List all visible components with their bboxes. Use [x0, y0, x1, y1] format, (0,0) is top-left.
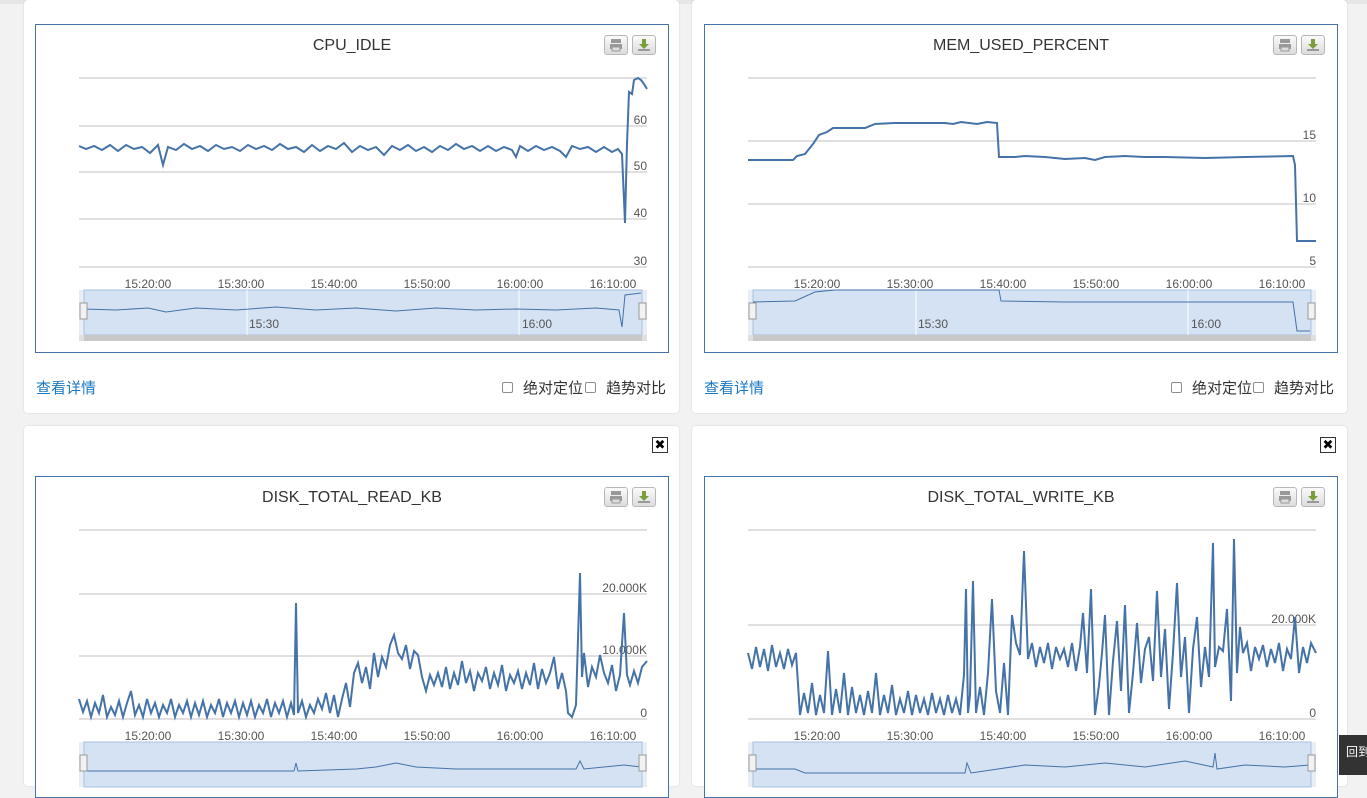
navigator-mask[interactable] — [83, 289, 643, 336]
checkbox-label: 绝对定位 — [523, 380, 584, 397]
back-to-top-button[interactable]: 回到 — [1339, 735, 1367, 775]
x-tick-label: 15:30:00 — [887, 277, 934, 291]
navigator-mask[interactable] — [752, 289, 1312, 336]
y-tick-label: 10 — [1303, 191, 1317, 205]
x-tick-label: 16:00:00 — [497, 277, 544, 291]
navigator-mask[interactable] — [752, 741, 1312, 788]
x-tick-label: 15:20:00 — [794, 729, 841, 743]
chart-plot: 60 50 40 30 15:20:00 15:30:00 15:40:00 1… — [78, 76, 648, 341]
x-tick-label: 15:30:00 — [887, 729, 934, 743]
x-tick-label: 16:10:00 — [590, 729, 637, 743]
absolute-position-checkbox[interactable]: 绝对定位 — [502, 377, 583, 398]
y-tick-label: 20.000K — [602, 581, 647, 595]
checkbox-label: 绝对定位 — [1192, 380, 1253, 397]
x-tick-label: 16:00:00 — [1166, 277, 1213, 291]
x-tick-label: 15:40:00 — [311, 729, 358, 743]
navigator-tick: 15:30 — [249, 317, 279, 331]
navigator-handle-left[interactable] — [748, 754, 757, 772]
x-tick-label: 15:50:00 — [404, 729, 451, 743]
y-tick-label: 30 — [634, 254, 648, 268]
chart-card-disk-read: ✖ DISK_TOTAL_READ_KB 20.000K 10.000K 0 1… — [24, 426, 679, 798]
trend-compare-checkbox[interactable]: 趋势对比 — [1253, 377, 1334, 398]
x-tick-label: 15:30:00 — [218, 729, 265, 743]
x-tick-label: 15:20:00 — [794, 277, 841, 291]
x-tick-label: 16:10:00 — [1259, 277, 1306, 291]
navigator-handle-left[interactable] — [79, 302, 88, 320]
x-tick-label: 15:50:00 — [1073, 277, 1120, 291]
navigator[interactable]: 15:30 16:00 — [79, 289, 647, 341]
checkbox-box[interactable] — [502, 382, 513, 393]
y-tick-label: 15 — [1303, 128, 1317, 142]
x-tick-label: 15:50:00 — [1073, 729, 1120, 743]
y-tick-label: 0 — [1309, 706, 1316, 720]
view-details-link[interactable]: 查看详情 — [36, 377, 96, 398]
x-tick-label: 16:10:00 — [590, 277, 637, 291]
checkbox-label: 趋势对比 — [1274, 380, 1335, 397]
x-tick-label: 16:10:00 — [1259, 729, 1306, 743]
navigator-handle-right[interactable] — [1307, 302, 1316, 320]
series-line — [78, 76, 648, 224]
chart-plot: 20.000K 10.000K 0 15:20:00 15:30:00 15:4… — [78, 529, 648, 788]
navigator-tick: 15:30 — [918, 317, 948, 331]
navigator-tick: 16:00 — [1191, 317, 1221, 331]
checkbox-box[interactable] — [585, 382, 596, 393]
chart-plot: 20.000K 0 15:20:00 15:30:00 15:40:00 15:… — [747, 529, 1317, 788]
x-tick-label: 15:30:00 — [218, 277, 265, 291]
chart-frame: DISK_TOTAL_READ_KB 20.000K 10.000K 0 15:… — [35, 476, 669, 798]
scrollbar-thumb[interactable] — [753, 335, 1311, 341]
y-tick-label: 5 — [1309, 254, 1316, 268]
y-tick-label: 0 — [640, 706, 647, 720]
y-tick-label: 40 — [634, 206, 648, 220]
chart-frame: DISK_TOTAL_WRITE_KB 20.000K 0 15:20:00 1… — [704, 476, 1338, 798]
chart-card-mem-used: MEM_USED_PERCENT 15 10 5 15:20:00 15:30:… — [692, 0, 1347, 413]
view-details-link[interactable]: 查看详情 — [704, 377, 764, 398]
close-icon[interactable]: ✖ — [652, 437, 668, 453]
x-tick-label: 16:00:00 — [1166, 729, 1213, 743]
navigator[interactable] — [748, 741, 1316, 788]
chart-card-disk-write: ✖ DISK_TOTAL_WRITE_KB 20.000K 0 15:20:00… — [692, 426, 1347, 798]
navigator-tick: 16:00 — [522, 317, 552, 331]
y-tick-label: 60 — [634, 113, 648, 127]
x-tick-label: 15:20:00 — [125, 277, 172, 291]
navigator-handle-left[interactable] — [748, 302, 757, 320]
trend-compare-checkbox[interactable]: 趋势对比 — [585, 377, 666, 398]
x-tick-label: 15:40:00 — [980, 729, 1027, 743]
chart-frame: CPU_IDLE 60 50 40 30 15:20:00 15:30:00 1… — [35, 24, 669, 353]
checkbox-box[interactable] — [1171, 382, 1182, 393]
x-tick-label: 15:40:00 — [311, 277, 358, 291]
series-line — [78, 572, 648, 721]
navigator-mask[interactable] — [83, 741, 643, 788]
checkbox-label: 趋势对比 — [606, 380, 667, 397]
navigator-handle-right[interactable] — [638, 754, 647, 772]
chart-card-cpu-idle: CPU_IDLE 60 50 40 30 15:20:00 15:30:00 1… — [24, 0, 679, 413]
navigator-handle-right[interactable] — [1307, 754, 1316, 772]
absolute-position-checkbox[interactable]: 绝对定位 — [1171, 377, 1252, 398]
navigator-handle-left[interactable] — [79, 754, 88, 772]
navigator-handle-right[interactable] — [638, 302, 647, 320]
close-icon[interactable]: ✖ — [1320, 437, 1336, 453]
x-tick-label: 15:40:00 — [980, 277, 1027, 291]
series-line — [747, 538, 1317, 716]
navigator[interactable]: 15:30 16:00 — [748, 289, 1316, 341]
chart-frame: MEM_USED_PERCENT 15 10 5 15:20:00 15:30:… — [704, 24, 1338, 353]
x-tick-label: 16:00:00 — [497, 729, 544, 743]
scrollbar-thumb[interactable] — [84, 335, 642, 341]
checkbox-box[interactable] — [1253, 382, 1264, 393]
y-tick-label: 50 — [634, 159, 648, 173]
series-line — [748, 120, 1316, 242]
navigator[interactable] — [79, 741, 647, 788]
x-tick-label: 15:20:00 — [125, 729, 172, 743]
chart-plot: 15 10 5 15:20:00 15:30:00 15:40:00 15:50… — [748, 77, 1317, 341]
x-tick-label: 15:50:00 — [404, 277, 451, 291]
